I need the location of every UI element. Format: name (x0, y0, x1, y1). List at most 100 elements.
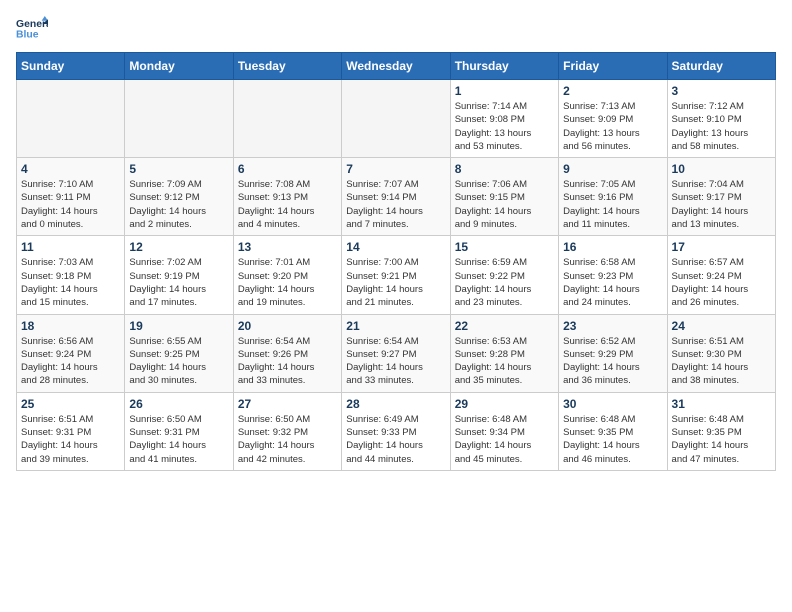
day-info: Sunrise: 7:08 AM Sunset: 9:13 PM Dayligh… (238, 178, 337, 231)
calendar-cell: 5 Sunrise: 7:09 AM Sunset: 9:12 PM Daylig… (125, 158, 233, 236)
day-number: 30 (563, 397, 662, 411)
calendar-cell: 14Sunrise: 7:00 AM Sunset: 9:21 PM Dayli… (342, 236, 450, 314)
day-info: Sunrise: 7:09 AM Sunset: 9:12 PM Dayligh… (129, 178, 228, 231)
calendar-week-1: 1 Sunrise: 7:14 AM Sunset: 9:08 PM Daylig… (17, 80, 776, 158)
calendar-cell: 18 Sunrise: 6:56 AM Sunset: 9:24 PM Dayli… (17, 314, 125, 392)
day-number: 16 (563, 240, 662, 254)
day-info: Sunrise: 6:56 AM Sunset: 9:24 PM Dayligh… (21, 335, 120, 388)
day-info: Sunrise: 7:12 AM Sunset: 9:10 PM Dayligh… (672, 100, 771, 153)
weekday-header-tuesday: Tuesday (233, 53, 341, 80)
day-number: 9 (563, 162, 662, 176)
svg-text:Blue: Blue (16, 30, 39, 41)
day-number: 2 (563, 84, 662, 98)
day-info: Sunrise: 7:01 AM Sunset: 9:20 PM Dayligh… (238, 256, 337, 309)
logo: General Blue (16, 16, 48, 44)
calendar-cell (233, 80, 341, 158)
calendar-cell: 22 Sunrise: 6:53 AM Sunset: 9:28 PM Dayli… (450, 314, 558, 392)
day-info: Sunrise: 6:48 AM Sunset: 9:34 PM Dayligh… (455, 413, 554, 466)
calendar-cell: 31Sunrise: 6:48 AM Sunset: 9:35 PM Dayli… (667, 392, 775, 470)
calendar-cell: 30 Sunrise: 6:48 AM Sunset: 9:35 PM Dayli… (559, 392, 667, 470)
day-info: Sunrise: 7:14 AM Sunset: 9:08 PM Dayligh… (455, 100, 554, 153)
weekday-header-sunday: Sunday (17, 53, 125, 80)
calendar-cell: 20Sunrise: 6:54 AM Sunset: 9:26 PM Dayli… (233, 314, 341, 392)
day-number: 6 (238, 162, 337, 176)
day-number: 21 (346, 319, 445, 333)
day-info: Sunrise: 7:00 AM Sunset: 9:21 PM Dayligh… (346, 256, 445, 309)
calendar-cell: 21 Sunrise: 6:54 AM Sunset: 9:27 PM Dayli… (342, 314, 450, 392)
day-number: 23 (563, 319, 662, 333)
day-info: Sunrise: 6:49 AM Sunset: 9:33 PM Dayligh… (346, 413, 445, 466)
day-info: Sunrise: 6:50 AM Sunset: 9:31 PM Dayligh… (129, 413, 228, 466)
day-info: Sunrise: 6:48 AM Sunset: 9:35 PM Dayligh… (672, 413, 771, 466)
day-number: 1 (455, 84, 554, 98)
calendar-cell: 28 Sunrise: 6:49 AM Sunset: 9:33 PM Dayli… (342, 392, 450, 470)
day-info: Sunrise: 7:10 AM Sunset: 9:11 PM Dayligh… (21, 178, 120, 231)
calendar-table: SundayMondayTuesdayWednesdayThursdayFrid… (16, 52, 776, 471)
calendar-cell: 16Sunrise: 6:58 AM Sunset: 9:23 PM Dayli… (559, 236, 667, 314)
day-number: 17 (672, 240, 771, 254)
day-number: 8 (455, 162, 554, 176)
day-info: Sunrise: 6:51 AM Sunset: 9:30 PM Dayligh… (672, 335, 771, 388)
day-number: 19 (129, 319, 228, 333)
calendar-cell: 26Sunrise: 6:50 AM Sunset: 9:31 PM Dayli… (125, 392, 233, 470)
calendar-cell: 3 Sunrise: 7:12 AM Sunset: 9:10 PM Daylig… (667, 80, 775, 158)
day-number: 5 (129, 162, 228, 176)
calendar-cell: 23Sunrise: 6:52 AM Sunset: 9:29 PM Dayli… (559, 314, 667, 392)
calendar-week-2: 4 Sunrise: 7:10 AM Sunset: 9:11 PM Daylig… (17, 158, 776, 236)
day-number: 20 (238, 319, 337, 333)
day-info: Sunrise: 6:53 AM Sunset: 9:28 PM Dayligh… (455, 335, 554, 388)
weekday-header-wednesday: Wednesday (342, 53, 450, 80)
weekday-header-thursday: Thursday (450, 53, 558, 80)
calendar-cell: 27 Sunrise: 6:50 AM Sunset: 9:32 PM Dayli… (233, 392, 341, 470)
day-number: 29 (455, 397, 554, 411)
day-info: Sunrise: 6:48 AM Sunset: 9:35 PM Dayligh… (563, 413, 662, 466)
calendar-cell (125, 80, 233, 158)
calendar-cell: 15Sunrise: 6:59 AM Sunset: 9:22 PM Dayli… (450, 236, 558, 314)
calendar-week-5: 25 Sunrise: 6:51 AM Sunset: 9:31 PM Dayli… (17, 392, 776, 470)
day-number: 27 (238, 397, 337, 411)
calendar-cell (342, 80, 450, 158)
day-number: 15 (455, 240, 554, 254)
calendar-cell: 10 Sunrise: 7:04 AM Sunset: 9:17 PM Dayli… (667, 158, 775, 236)
day-number: 24 (672, 319, 771, 333)
day-number: 22 (455, 319, 554, 333)
day-info: Sunrise: 7:06 AM Sunset: 9:15 PM Dayligh… (455, 178, 554, 231)
calendar-cell: 17 Sunrise: 6:57 AM Sunset: 9:24 PM Dayli… (667, 236, 775, 314)
calendar-cell (17, 80, 125, 158)
day-number: 3 (672, 84, 771, 98)
day-number: 12 (129, 240, 228, 254)
day-info: Sunrise: 7:04 AM Sunset: 9:17 PM Dayligh… (672, 178, 771, 231)
day-number: 7 (346, 162, 445, 176)
day-number: 4 (21, 162, 120, 176)
calendar-cell: 12 Sunrise: 7:02 AM Sunset: 9:19 PM Dayli… (125, 236, 233, 314)
calendar-week-3: 11Sunrise: 7:03 AM Sunset: 9:18 PM Dayli… (17, 236, 776, 314)
day-number: 25 (21, 397, 120, 411)
day-info: Sunrise: 6:57 AM Sunset: 9:24 PM Dayligh… (672, 256, 771, 309)
day-number: 18 (21, 319, 120, 333)
weekday-header-saturday: Saturday (667, 53, 775, 80)
calendar-cell: 11Sunrise: 7:03 AM Sunset: 9:18 PM Dayli… (17, 236, 125, 314)
day-info: Sunrise: 7:05 AM Sunset: 9:16 PM Dayligh… (563, 178, 662, 231)
calendar-cell: 1 Sunrise: 7:14 AM Sunset: 9:08 PM Daylig… (450, 80, 558, 158)
day-info: Sunrise: 7:02 AM Sunset: 9:19 PM Dayligh… (129, 256, 228, 309)
day-number: 13 (238, 240, 337, 254)
calendar-cell: 13 Sunrise: 7:01 AM Sunset: 9:20 PM Dayli… (233, 236, 341, 314)
day-info: Sunrise: 6:54 AM Sunset: 9:27 PM Dayligh… (346, 335, 445, 388)
calendar-cell: 9 Sunrise: 7:05 AM Sunset: 9:16 PM Daylig… (559, 158, 667, 236)
svg-text:General: General (16, 19, 48, 30)
calendar-cell: 4 Sunrise: 7:10 AM Sunset: 9:11 PM Daylig… (17, 158, 125, 236)
calendar-week-4: 18 Sunrise: 6:56 AM Sunset: 9:24 PM Dayli… (17, 314, 776, 392)
day-info: Sunrise: 6:50 AM Sunset: 9:32 PM Dayligh… (238, 413, 337, 466)
calendar-cell: 8 Sunrise: 7:06 AM Sunset: 9:15 PM Daylig… (450, 158, 558, 236)
day-info: Sunrise: 6:51 AM Sunset: 9:31 PM Dayligh… (21, 413, 120, 466)
calendar-cell: 25 Sunrise: 6:51 AM Sunset: 9:31 PM Dayli… (17, 392, 125, 470)
day-number: 28 (346, 397, 445, 411)
day-info: Sunrise: 7:07 AM Sunset: 9:14 PM Dayligh… (346, 178, 445, 231)
day-number: 11 (21, 240, 120, 254)
day-number: 10 (672, 162, 771, 176)
weekday-header-row: SundayMondayTuesdayWednesdayThursdayFrid… (17, 53, 776, 80)
page-header: General Blue (16, 16, 776, 44)
calendar-cell: 24 Sunrise: 6:51 AM Sunset: 9:30 PM Dayli… (667, 314, 775, 392)
calendar-cell: 7 Sunrise: 7:07 AM Sunset: 9:14 PM Daylig… (342, 158, 450, 236)
day-info: Sunrise: 6:55 AM Sunset: 9:25 PM Dayligh… (129, 335, 228, 388)
